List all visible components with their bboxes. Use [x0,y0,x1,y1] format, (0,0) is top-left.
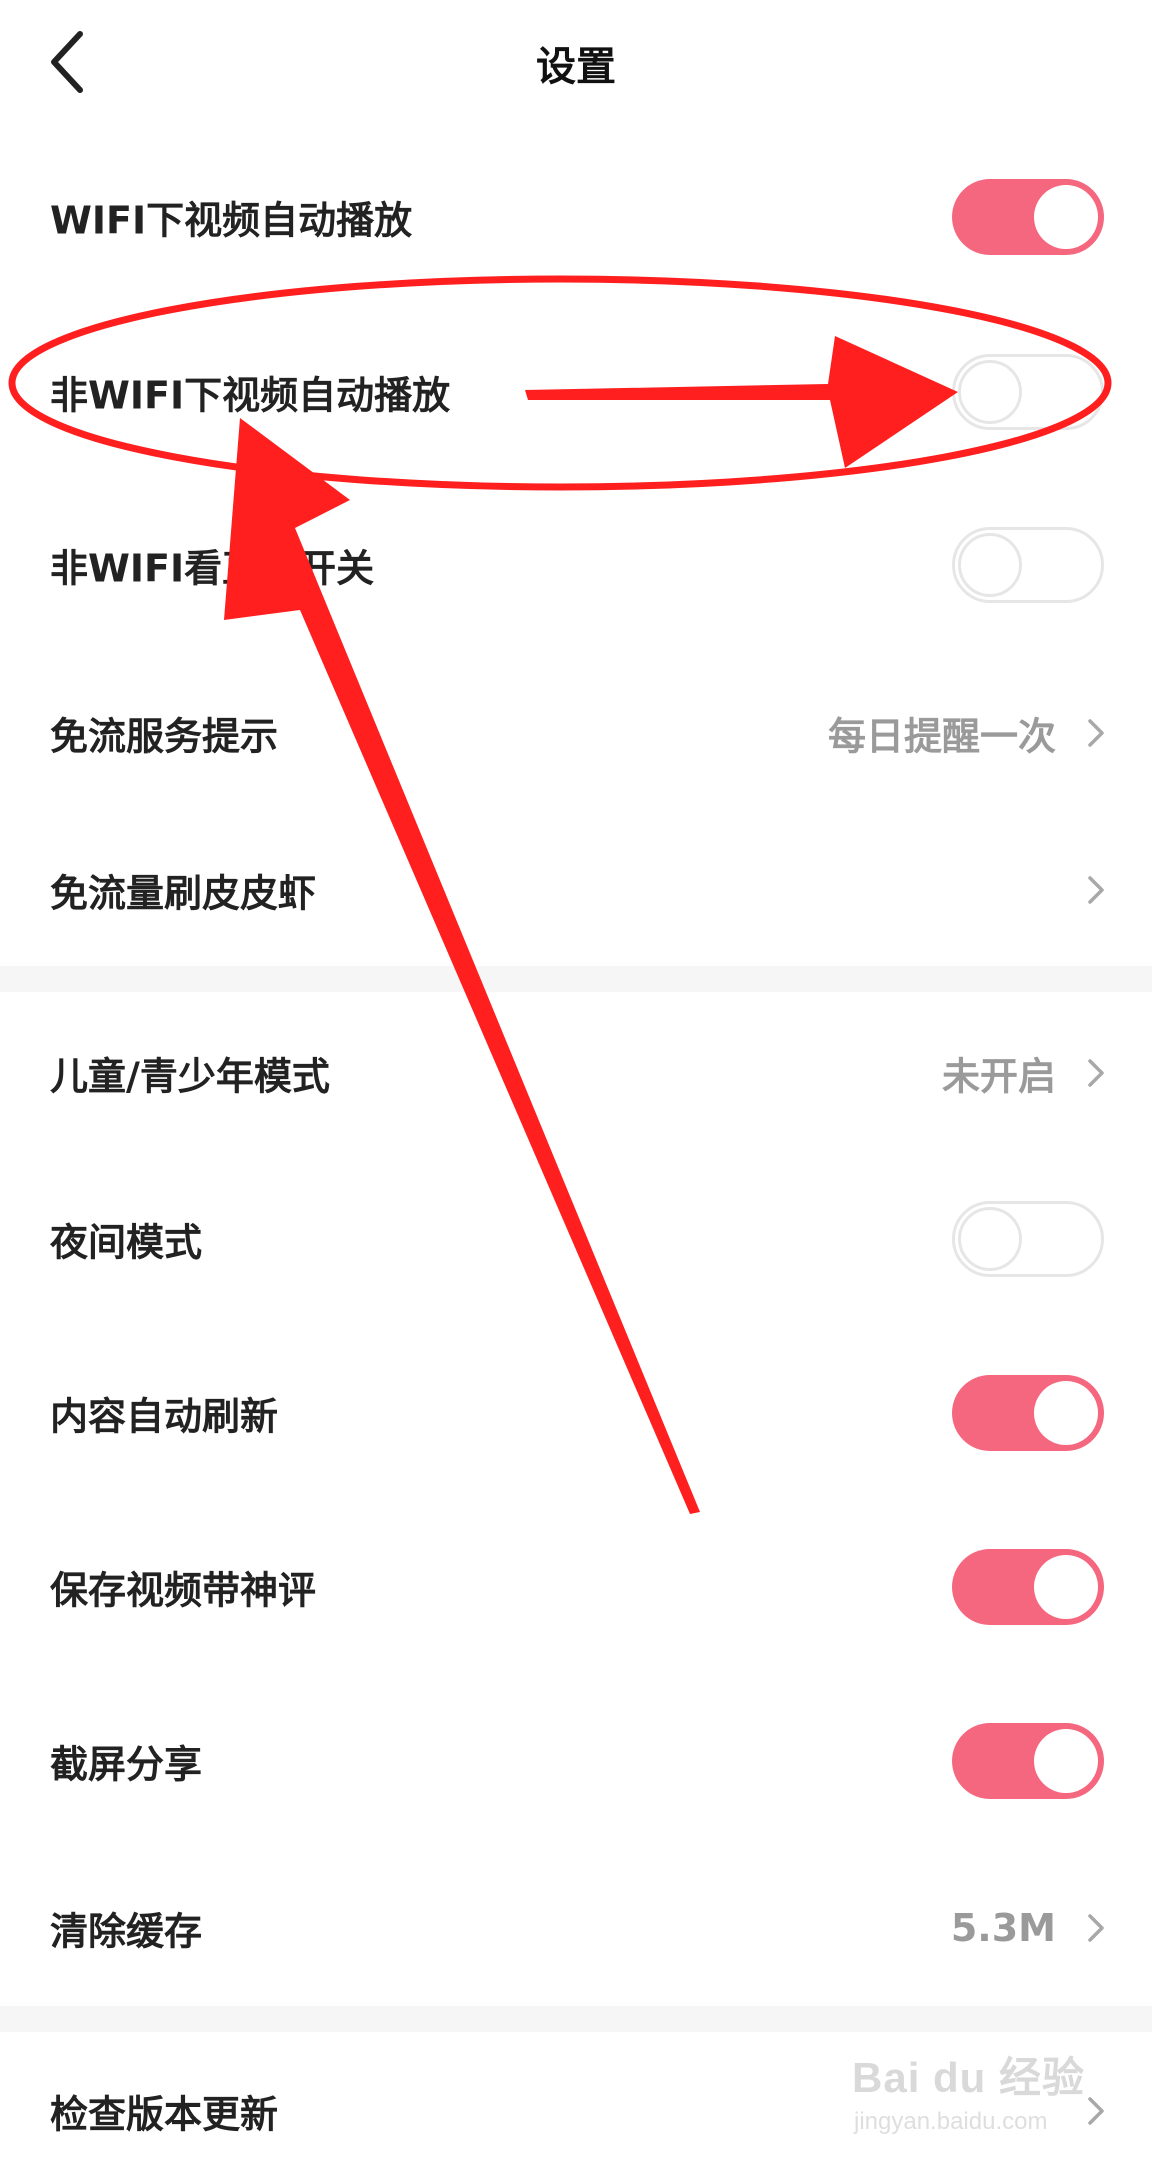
night-mode-toggle[interactable] [952,1201,1104,1277]
setting-label: 免流量刷皮皮虾 [50,871,317,916]
setting-label: 截屏分享 [50,1742,203,1787]
section-divider [0,2006,1152,2032]
toggle-knob [958,360,1022,424]
chevron-right-icon [1088,719,1104,747]
setting-label: 免流服务提示 [50,714,279,759]
toggle-knob [1034,1381,1098,1445]
setting-label: 保存视频带神评 [50,1568,317,1613]
non-wifi-autoplay-toggle[interactable] [952,354,1104,430]
chevron-right-icon [1088,1914,1104,1942]
chevron-right-icon [1088,876,1104,904]
toggle-knob [958,1207,1022,1271]
save-with-comment-toggle[interactable] [952,1549,1104,1625]
setting-label: 内容自动刷新 [50,1394,279,1439]
setting-row-save-with-comment[interactable]: 保存视频带神评 [0,1512,1152,1662]
setting-row-free-data-app[interactable]: 免流量刷皮皮虾 [0,815,1152,965]
screenshot-share-toggle[interactable] [952,1723,1104,1799]
auto-refresh-toggle[interactable] [952,1375,1104,1451]
setting-row-clear-cache[interactable]: 清除缓存 5.3M [0,1853,1152,2003]
wifi-autoplay-toggle[interactable] [952,179,1104,255]
setting-value: 每日提醒一次 [827,714,1056,759]
setting-row-non-wifi-live[interactable]: 非WIFI看直播开关 [0,490,1152,640]
chevron-right-icon [1088,1059,1104,1087]
setting-label: 清除缓存 [50,1909,203,1954]
watermark-url: jingyan.baidu.com [854,2108,1048,2135]
toggle-knob [1034,1555,1098,1619]
setting-row-auto-refresh[interactable]: 内容自动刷新 [0,1338,1152,1488]
non-wifi-live-toggle[interactable] [952,527,1104,603]
setting-row-night-mode[interactable]: 夜间模式 [0,1164,1152,1314]
page-title: 设置 [536,44,616,90]
toggle-knob [1034,1729,1098,1793]
section-divider [0,966,1152,992]
setting-label: 非WIFI看直播开关 [50,546,375,591]
setting-row-screenshot-share[interactable]: 截屏分享 [0,1686,1152,1836]
header-bar: 设置 [0,0,1152,130]
watermark-brand: Bai du 经验 [852,2054,1086,2101]
setting-label: 非WIFI下视频自动播放 [50,373,451,418]
setting-row-free-data-tip[interactable]: 免流服务提示 每日提醒一次 [0,658,1152,808]
setting-value: 未开启 [941,1054,1056,1099]
setting-label: 儿童/青少年模式 [50,1054,330,1099]
setting-label: 检查版本更新 [50,2092,279,2137]
setting-row-non-wifi-autoplay[interactable]: 非WIFI下视频自动播放 [0,317,1152,467]
setting-row-youth-mode[interactable]: 儿童/青少年模式 未开启 [0,998,1152,1148]
cache-size-value: 5.3M [950,1906,1056,1950]
baidu-jingyan-watermark: Bai du 经验 jingyan.baidu.com [852,2044,1102,2154]
toggle-knob [958,533,1022,597]
setting-row-wifi-autoplay[interactable]: WIFI下视频自动播放 [0,142,1152,292]
setting-label: 夜间模式 [50,1220,203,1265]
setting-label: WIFI下视频自动播放 [50,198,413,243]
toggle-knob [1034,185,1098,249]
